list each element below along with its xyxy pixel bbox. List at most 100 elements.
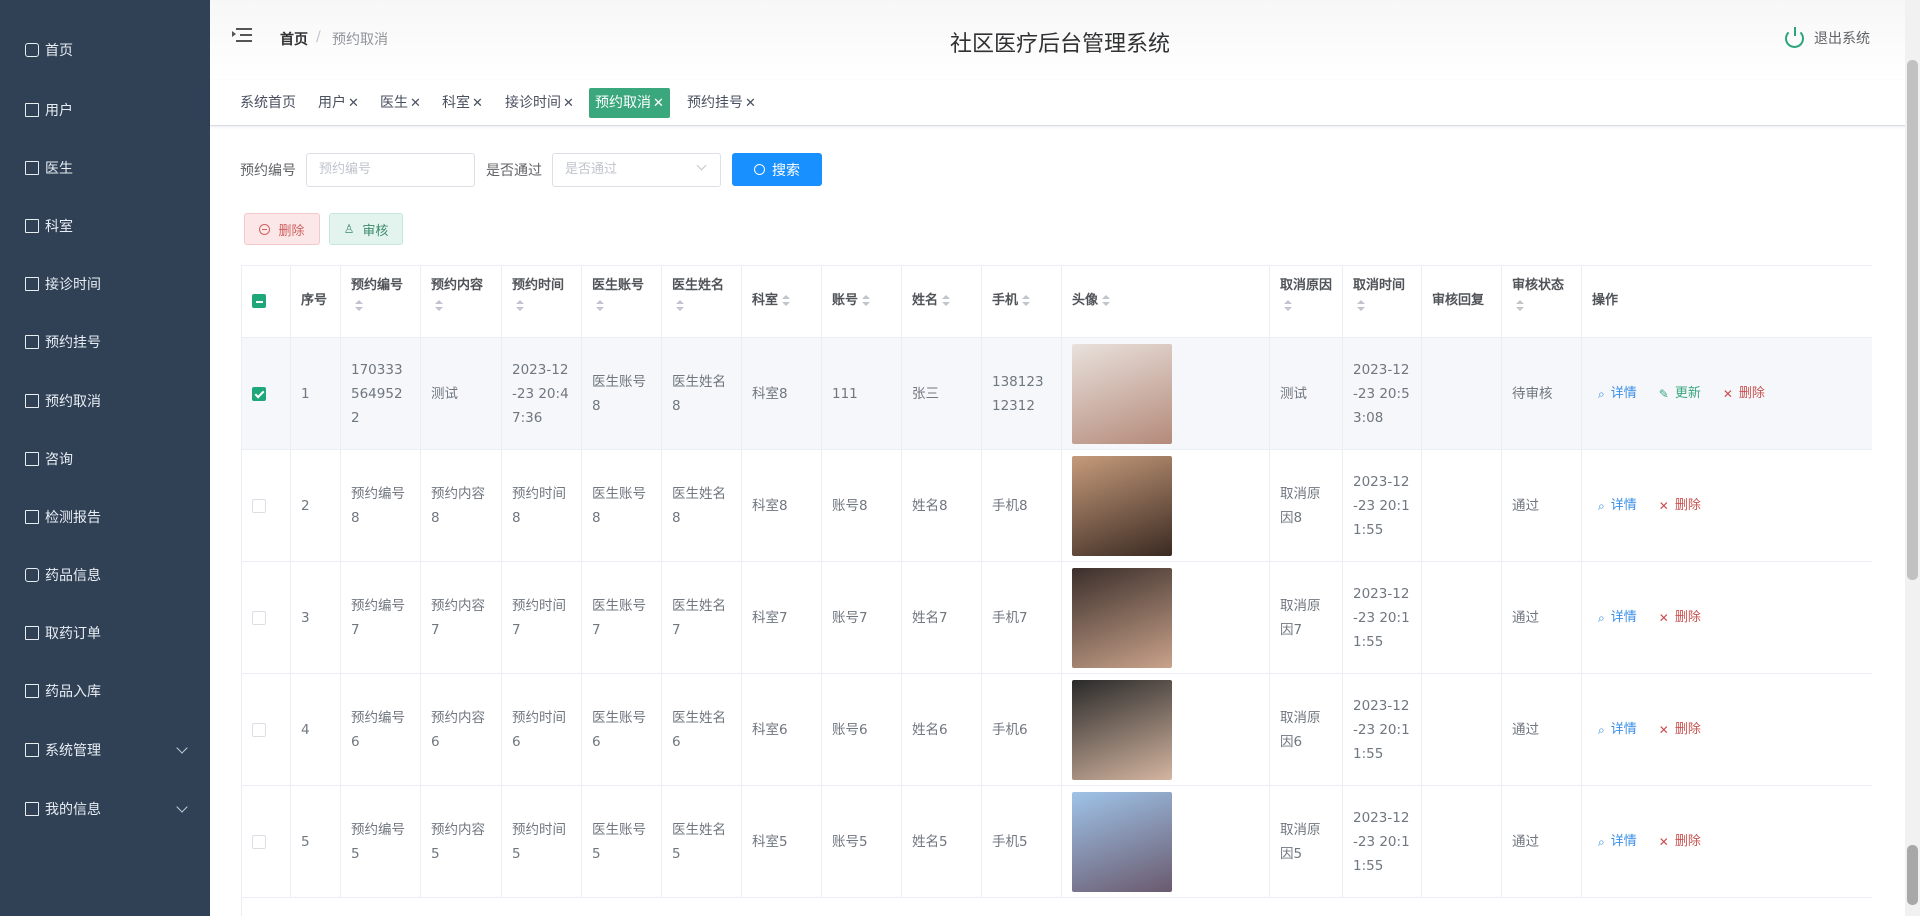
sort-icon[interactable] <box>1102 294 1111 307</box>
pass-select[interactable]: 是否通过 <box>552 153 721 187</box>
search-button[interactable]: 搜索 <box>732 153 822 186</box>
cell-status: 待审核 <box>1512 386 1553 402</box>
close-icon[interactable]: ✕ <box>653 96 664 111</box>
column-header[interactable]: 取消时间 <box>1343 266 1422 338</box>
detail-button[interactable]: ⌕ 详情 <box>1598 606 1637 630</box>
row-checkbox[interactable] <box>252 387 266 401</box>
sort-icon[interactable] <box>596 299 604 312</box>
delete-button[interactable]: ✕ 删除 <box>1659 494 1701 518</box>
avatar <box>1072 568 1172 668</box>
cell-name: 姓名7 <box>912 610 948 626</box>
tab-1[interactable]: 用户 ✕ <box>312 88 365 118</box>
row-select-cell <box>242 338 291 450</box>
row-checkbox[interactable] <box>252 499 266 513</box>
sidebar-item-5[interactable]: 预约挂号 <box>0 322 210 362</box>
table-row[interactable]: 1 1703335649522 测试 2023-12-23 20:47:36 医生账号8… <box>242 338 1872 450</box>
sidebar-item-4[interactable]: 接诊时间 <box>0 264 210 304</box>
close-icon[interactable]: ✕ <box>745 96 756 111</box>
close-icon[interactable]: ✕ <box>348 96 359 111</box>
column-header: 审核回复 <box>1422 266 1502 338</box>
row-checkbox[interactable] <box>252 835 266 849</box>
header-select-all[interactable] <box>242 266 291 338</box>
sort-icon[interactable] <box>355 299 363 312</box>
tab-6[interactable]: 预约挂号 ✕ <box>681 88 762 118</box>
select-all-checkbox[interactable] <box>252 294 266 308</box>
sidebar-item-2[interactable]: 医生 <box>0 148 210 188</box>
cell-doc_name: 医生姓名5 <box>672 822 726 862</box>
sidebar-item-7[interactable]: 咨询 <box>0 439 210 479</box>
sort-icon[interactable] <box>1022 294 1031 307</box>
column-header[interactable]: 医生账号 <box>582 266 662 338</box>
sidebar-item-9[interactable]: 药品信息 <box>0 555 210 595</box>
order-no-input[interactable]: 预约编号 <box>306 153 475 187</box>
table-row[interactable]: 5 预约编号5 预约内容5 预约时间5 医生账号5 医生姓名5 科室5 账号5 姓名5 手机5 取消… <box>242 786 1872 898</box>
logout-button[interactable]: 退出系统 <box>1785 26 1870 48</box>
detail-button[interactable]: ⌕ 详情 <box>1598 718 1637 742</box>
delete-button[interactable]: ✕ 删除 <box>1659 718 1701 742</box>
detail-button[interactable]: ⌕ 详情 <box>1598 830 1637 854</box>
close-icon[interactable]: ✕ <box>472 96 483 111</box>
close-icon[interactable]: ✕ <box>563 96 574 111</box>
column-header[interactable]: 手机 <box>982 266 1062 338</box>
tab-0[interactable]: 系统首页 <box>234 88 302 118</box>
sort-icon[interactable] <box>676 299 684 312</box>
sort-icon[interactable] <box>1357 299 1365 312</box>
delete-button[interactable]: ✕ 删除 <box>1659 606 1701 630</box>
sort-icon[interactable] <box>435 299 443 312</box>
scrollbar-thumb-secondary[interactable] <box>1907 845 1918 905</box>
search-icon: ⌕ <box>1598 499 1605 513</box>
sort-icon[interactable] <box>782 294 791 307</box>
column-header[interactable]: 头像 <box>1062 266 1270 338</box>
table-row[interactable]: 2 预约编号8 预约内容8 预约时间8 医生账号8 医生姓名8 科室8 账号8 姓名8 手机8 取消… <box>242 450 1872 562</box>
table-cell: 医生账号8 <box>582 450 662 562</box>
table-cell: 2023-12-23 20:11:55 <box>1343 450 1422 562</box>
row-checkbox[interactable] <box>252 611 266 625</box>
detail-button[interactable]: ⌕ 详情 <box>1598 382 1637 406</box>
detail-button[interactable]: ⌕ 详情 <box>1598 494 1637 518</box>
update-label: 更新 <box>1674 386 1701 401</box>
sidebar-item-13[interactable]: 我的信息 <box>0 789 210 829</box>
batch-delete-button[interactable]: 删除 <box>244 213 320 245</box>
sort-icon[interactable] <box>1284 299 1292 312</box>
tab-4[interactable]: 接诊时间 ✕ <box>499 88 580 118</box>
delete-button[interactable]: ✕ 删除 <box>1723 382 1765 406</box>
sidebar-item-1[interactable]: 用户 <box>0 90 210 130</box>
user-icon: ♙ <box>343 222 355 236</box>
sidebar-item-6[interactable]: 预约取消 <box>0 381 210 421</box>
column-header[interactable]: 预约时间 <box>502 266 582 338</box>
sidebar-item-3[interactable]: 科室 <box>0 206 210 246</box>
tab-2[interactable]: 医生 ✕ <box>374 88 427 118</box>
scrollbar-thumb[interactable] <box>1907 60 1918 580</box>
row-checkbox[interactable] <box>252 723 266 737</box>
tab-5[interactable]: 预约取消 ✕ <box>589 88 670 118</box>
cell-name: 姓名8 <box>912 498 948 514</box>
column-header[interactable]: 账号 <box>822 266 902 338</box>
column-header[interactable]: 审核状态 <box>1502 266 1582 338</box>
delete-button[interactable]: ✕ 删除 <box>1659 830 1701 854</box>
sort-icon[interactable] <box>862 294 871 307</box>
audit-button[interactable]: ♙ 审核 <box>329 213 403 245</box>
column-header[interactable]: 预约编号 <box>341 266 421 338</box>
close-icon[interactable]: ✕ <box>410 96 421 111</box>
tab-3[interactable]: 科室 ✕ <box>436 88 489 118</box>
table-cell <box>1062 562 1270 674</box>
update-button[interactable]: ✎ 更新 <box>1659 382 1701 406</box>
sidebar-item-11[interactable]: 药品入库 <box>0 671 210 711</box>
column-header-label: 医生账号 <box>592 278 645 293</box>
cell-order_no: 预约编号5 <box>351 822 405 862</box>
column-header[interactable]: 姓名 <box>902 266 982 338</box>
column-header[interactable]: 取消原因 <box>1270 266 1343 338</box>
table-row[interactable]: 3 预约编号7 预约内容7 预约时间7 医生账号7 医生姓名7 科室7 账号7 姓名7 手机7 取消… <box>242 562 1872 674</box>
sidebar-item-10[interactable]: 取药订单 <box>0 613 210 653</box>
sort-icon[interactable] <box>516 299 524 312</box>
sidebar-item-8[interactable]: 检测报告 <box>0 497 210 537</box>
sort-icon[interactable] <box>942 294 951 307</box>
sidebar-item-label: 医生 <box>45 161 73 177</box>
column-header[interactable]: 预约内容 <box>421 266 502 338</box>
column-header[interactable]: 科室 <box>742 266 822 338</box>
sidebar-item-12[interactable]: 系统管理 <box>0 730 210 770</box>
sort-icon[interactable] <box>1516 299 1524 312</box>
column-header[interactable]: 医生姓名 <box>662 266 742 338</box>
table-row[interactable]: 4 预约编号6 预约内容6 预约时间6 医生账号6 医生姓名6 科室6 账号6 姓名6 手机6 取消… <box>242 674 1872 786</box>
sidebar-item-0[interactable]: 首页 <box>0 30 210 70</box>
